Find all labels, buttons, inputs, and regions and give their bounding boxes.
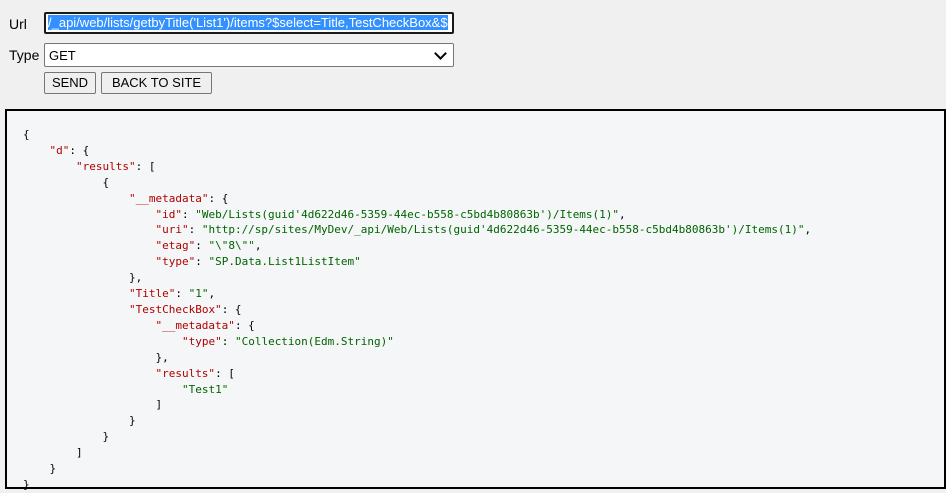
json-key: "results" (75, 159, 136, 173)
type-label: Type (9, 47, 40, 63)
url-input-value: /_api/web/lists/getbyTitle('List1')/item… (48, 15, 448, 30)
json-response-code: { "d": { "results": [ { "__metadata": { … (23, 128, 812, 491)
json-value: "Web/Lists(guid'4d622d46-5359-44ec-b558-… (195, 207, 620, 221)
url-input[interactable]: /_api/web/lists/getbyTitle('List1')/item… (44, 12, 454, 34)
json-key: "d" (49, 143, 70, 157)
json-key: "id" (155, 207, 182, 221)
json-key: "TestCheckBox" (128, 302, 222, 316)
back-to-site-button[interactable]: BACK TO SITE (101, 72, 212, 94)
json-key: "results" (155, 366, 216, 380)
send-button[interactable]: SEND (44, 72, 96, 94)
json-value: "Test1" (181, 382, 229, 396)
json-key: "type" (155, 255, 196, 269)
json-key: "uri" (155, 223, 189, 237)
json-key: "type" (181, 334, 222, 348)
json-value: "http://sp/sites/MyDev/_api/Web/Lists(gu… (201, 223, 805, 237)
json-value: "SP.Data.List1ListItem" (208, 255, 361, 269)
json-key: "__metadata" (155, 318, 235, 332)
url-label: Url (9, 16, 27, 32)
json-key: "etag" (155, 239, 196, 253)
json-value: "Collection(Edm.String)" (234, 334, 394, 348)
type-select[interactable]: GET (44, 43, 454, 67)
json-value: "1" (188, 287, 209, 301)
type-select-value: GET (49, 47, 76, 63)
json-key: "Title" (128, 287, 176, 301)
json-key: "__metadata" (128, 191, 209, 205)
json-value: "\"8\"" (208, 239, 255, 253)
json-response-panel: { "d": { "results": [ { "__metadata": { … (5, 109, 946, 491)
chevron-down-icon (434, 46, 447, 60)
